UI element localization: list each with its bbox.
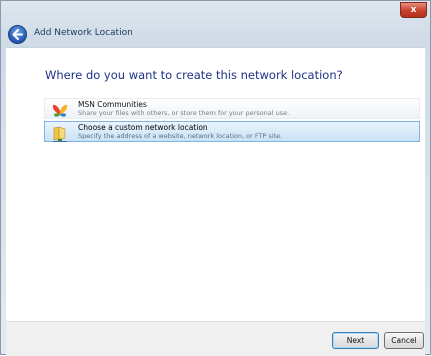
wizard-window: x Add Network Location Where do you want… — [0, 0, 431, 356]
wizard-footer: Next Cancel — [6, 321, 425, 356]
wizard-title: Add Network Location — [34, 28, 133, 38]
option-custom-network-location[interactable]: Choose a custom network location Specify… — [44, 121, 420, 142]
option-description: Share your files with others, or store t… — [78, 109, 290, 117]
option-msn-communities[interactable]: MSN Communities Share your files with ot… — [44, 98, 420, 119]
page-question: Where do you want to create this network… — [45, 68, 343, 82]
option-title: Choose a custom network location — [78, 123, 208, 132]
close-icon: x — [410, 5, 417, 15]
close-button[interactable]: x — [400, 2, 427, 18]
back-arrow-icon — [12, 29, 23, 40]
wizard-content: Where do you want to create this network… — [6, 47, 425, 322]
option-title: MSN Communities — [78, 100, 147, 109]
wizard-header: Add Network Location — [5, 22, 426, 48]
back-button[interactable] — [8, 25, 27, 44]
network-folder-icon — [53, 126, 67, 142]
option-description: Specify the address of a website, networ… — [78, 132, 283, 140]
msn-butterfly-icon — [52, 104, 68, 117]
next-button[interactable]: Next — [332, 332, 379, 349]
cancel-button[interactable]: Cancel — [384, 332, 424, 349]
